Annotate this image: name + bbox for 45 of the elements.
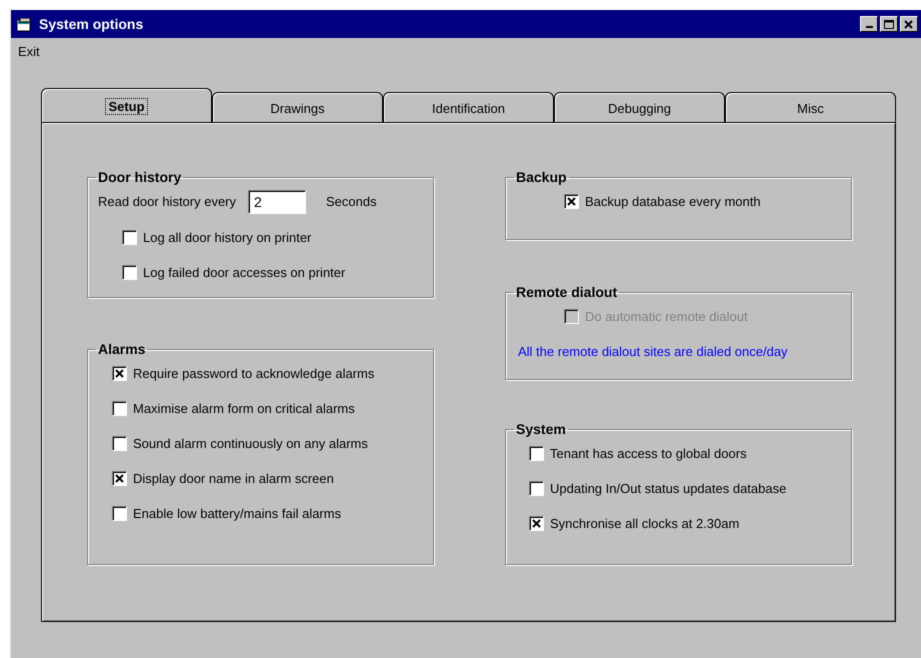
input-field[interactable]: 2 [248, 190, 306, 214]
checkbox[interactable] [529, 481, 544, 496]
tab[interactable]: Identification [383, 92, 554, 122]
checkbox-label: Tenant has access to global doors [550, 444, 747, 463]
group-title: Door history [97, 170, 182, 184]
checkbox-label: Enable low battery/mains fail alarms [133, 504, 342, 523]
maximize-icon [883, 18, 895, 30]
checkbox[interactable] [112, 471, 127, 486]
checkbox[interactable] [112, 401, 127, 416]
menu-item[interactable]: Exit [15, 42, 48, 62]
window-title: System options [39, 14, 144, 34]
checkbox-label: Synchronise all clocks at 2.30am [550, 514, 740, 533]
group-title: Backup [515, 170, 568, 184]
minimize-button[interactable] [860, 16, 878, 32]
checkbox[interactable] [122, 265, 137, 280]
checkbox-label: Maximise alarm form on critical alarms [133, 400, 355, 418]
maximize-button[interactable] [880, 16, 898, 32]
tab[interactable]: Debugging [554, 92, 725, 122]
checkbox[interactable] [112, 366, 127, 381]
field-label: Read door history every [98, 193, 236, 212]
group-title: Alarms [97, 342, 146, 356]
checkbox-label: Backup database every month [585, 192, 761, 211]
checkbox-label: Log failed door accesses on printer [143, 264, 346, 282]
tab[interactable]: Drawings [212, 92, 383, 122]
close-icon [903, 18, 915, 30]
close-button[interactable] [900, 16, 918, 32]
group-title: Remote dialout [515, 285, 618, 299]
checkbox[interactable] [529, 446, 544, 461]
checkbox-label: Do automatic remote dialout [585, 308, 748, 326]
checkbox-label: Updating In/Out status updates database [550, 480, 786, 498]
checkbox[interactable] [564, 194, 579, 209]
checkbox[interactable] [112, 506, 127, 521]
checkbox-label: Require password to acknowledge alarms [133, 364, 374, 383]
checkbox[interactable] [112, 436, 127, 451]
tab[interactable]: Setup [41, 88, 212, 122]
checkbox-label: Log all door history on printer [143, 228, 312, 247]
checkbox-label: Sound alarm continuously on any alarms [133, 434, 368, 453]
checkbox-label: Display door name in alarm screen [133, 470, 334, 488]
checkbox[interactable] [529, 516, 544, 531]
info-text: All the remote dialout sites are dialed once/day [518, 342, 788, 361]
checkbox[interactable] [122, 230, 137, 245]
minimize-icon [866, 26, 872, 28]
unit-label: Seconds [326, 193, 377, 212]
tab[interactable]: Misc [725, 92, 896, 122]
group-title: System [515, 422, 567, 436]
